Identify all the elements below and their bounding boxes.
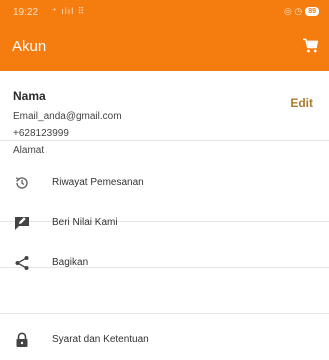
status-bar: 19:22 ⁺ ılıl ⠿ ◎ ◷ 89: [0, 0, 329, 26]
menu-item-label: Syarat dan Ketentuan: [52, 334, 149, 345]
profile-email: Email_anda@gmail.com: [13, 111, 122, 122]
page-title: Akun: [12, 38, 47, 55]
menu-item-terms[interactable]: Syarat dan Ketentuan: [0, 320, 329, 360]
status-time: 19:22: [13, 7, 39, 18]
profile-section: Nama Email_anda@gmail.com +628123999 Ala…: [0, 71, 329, 156]
cart-icon[interactable]: [302, 38, 319, 53]
menu-item-share[interactable]: Bagikan: [0, 243, 329, 283]
lock-icon: [16, 332, 28, 347]
edit-profile-button[interactable]: Edit: [290, 96, 313, 110]
menu-item-label: Beri Nilai Kami: [52, 217, 118, 228]
battery-icon: 89: [305, 7, 319, 16]
rate-icon: [15, 217, 29, 230]
status-right: ◎ ◷ 89: [284, 6, 319, 17]
share-icon: [15, 256, 29, 270]
menu-item-rate-us[interactable]: Beri Nilai Kami: [0, 203, 329, 243]
profile-phone: +628123999: [13, 128, 69, 139]
history-icon: [15, 177, 28, 189]
menu-item-label: Riwayat Pemesanan: [52, 177, 144, 188]
menu-item-label: Bagikan: [52, 257, 89, 268]
divider: [0, 313, 329, 314]
app-header: 19:22 ⁺ ılıl ⠿ ◎ ◷ 89 Akun: [0, 0, 329, 71]
profile-name: Nama: [13, 89, 46, 103]
divider: [0, 140, 329, 141]
menu-item-order-history[interactable]: Riwayat Pemesanan: [0, 163, 329, 203]
signal-icon: ⁺ ılıl ⠿: [52, 6, 86, 16]
status-icons: ◎ ◷: [283, 6, 303, 16]
profile-address: Alamat: [13, 145, 45, 156]
